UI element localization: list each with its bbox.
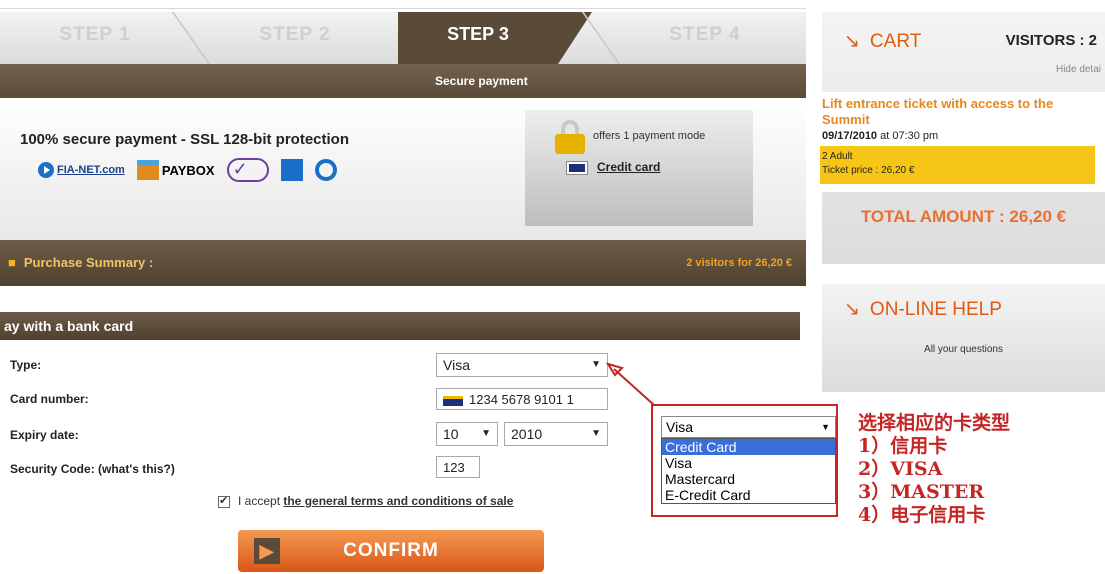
security-badge-icon — [280, 159, 303, 181]
box-icon — [136, 160, 159, 180]
step-subtitle: Secure payment — [435, 74, 528, 88]
option-visa[interactable]: Visa — [662, 455, 835, 471]
cart-item-time: at 07:30 pm — [877, 130, 939, 142]
cart-icon: ■ — [8, 255, 16, 270]
fianet-logo: FIA-NET.com — [38, 162, 125, 178]
play-circle-icon — [38, 162, 54, 178]
purchase-summary-value: 2 visitors for 26,20 € — [686, 257, 792, 269]
ssl-seal-icon — [314, 159, 337, 181]
card-type-select[interactable]: Visa ▼ — [436, 353, 608, 377]
card-number-input[interactable]: 1234 5678 9101 1 — [436, 388, 608, 410]
purchase-summary-bar[interactable]: ■ Purchase Summary : 2 visitors for 26,20… — [0, 240, 806, 286]
arrow-right-icon: ▶ — [254, 538, 280, 564]
card-number-label: Card number: — [10, 392, 89, 406]
card-type-options: Credit Card Visa Mastercard E-Credit Car… — [661, 438, 836, 504]
step-4: STEP 4 — [669, 24, 741, 45]
terms-link[interactable]: the general terms and conditions of sale — [283, 494, 513, 508]
confirm-button[interactable]: ▶ CONFIRM — [238, 530, 544, 572]
secure-payment-title: 100% secure payment - SSL 128-bit protec… — [20, 131, 349, 148]
chevron-down-icon: ▼ — [821, 422, 830, 432]
payment-mode-box: offers 1 payment mode Credit card — [525, 110, 753, 226]
card-type-label: Type: — [10, 358, 42, 372]
step-subtitle-bar: Secure payment — [0, 64, 806, 98]
option-e-credit-card[interactable]: E-Credit Card — [662, 487, 835, 503]
annotation-arrow — [605, 362, 655, 406]
purchase-summary-label: Purchase Summary : — [23, 255, 154, 270]
security-code-input[interactable]: 123 — [436, 456, 480, 478]
cart-item-title: Lift entrance ticket with access to the … — [822, 96, 1054, 127]
online-help-text: All your questions — [924, 344, 1003, 355]
cart-panel: ↘ CART VISITORS : 2 Hide detai Lift entra… — [820, 12, 1105, 264]
credit-card-icon — [566, 161, 588, 175]
dropdown-callout: Visa ▼ Credit Card Visa Mastercard E-Cred… — [651, 404, 838, 517]
expiry-date-label: Expiry date: — [10, 428, 79, 442]
online-help-panel[interactable]: ↘ ON-LINE HELP All your questions — [822, 284, 1105, 392]
chevron-down-icon: ↘ — [844, 31, 860, 52]
visa-card-icon — [443, 395, 463, 406]
bank-card-title: ay with a bank card — [4, 318, 134, 334]
step-2: STEP 2 — [259, 24, 331, 45]
ticket-adults: 2 Adult — [822, 151, 853, 162]
chinese-annotation: 选择相应的卡类型 1）信用卡 2）VISA 3）MASTER 4）电子信用卡 — [858, 412, 1011, 526]
credit-card-link[interactable]: Credit card — [597, 160, 660, 174]
step-1: STEP 1 — [59, 24, 131, 45]
card-type-dropdown[interactable]: Visa ▼ — [661, 416, 836, 438]
terms-accept[interactable]: I accept the general terms and condition… — [218, 494, 513, 508]
ticket-details: 2 Adult Ticket price : 26,20 € — [820, 146, 1095, 184]
verified-check-icon: ✓ — [226, 158, 269, 182]
cart-title: CART — [869, 31, 922, 52]
step-3-active: STEP 3 — [398, 12, 592, 64]
online-help-title: ON-LINE HELP — [869, 299, 1002, 320]
hide-details-link[interactable]: Hide detai — [1056, 64, 1101, 75]
expiry-month-select[interactable]: 10 ▼ — [436, 422, 498, 446]
visitor-count: VISITORS : 2 — [1005, 32, 1097, 49]
chevron-down-icon: ▼ — [481, 428, 491, 439]
chevron-down-icon: ▼ — [591, 428, 601, 439]
paybox-logo: PAYBOX — [136, 160, 215, 180]
payment-mode-count: offers 1 payment mode — [593, 130, 706, 142]
security-logos: FIA-NET.com PAYBOX ✓ — [38, 158, 337, 182]
bank-card-header: ay with a bank card — [0, 312, 800, 340]
ticket-price: Ticket price : 26,20 € — [822, 165, 915, 176]
top-divider — [0, 8, 806, 9]
option-credit-card[interactable]: Credit Card — [662, 439, 835, 455]
padlock-icon — [555, 120, 585, 154]
terms-checkbox[interactable] — [218, 494, 230, 508]
step-progress: STEP 1 STEP 2 STEP 3 STEP 4 — [0, 12, 806, 64]
chevron-down-icon: ↘ — [844, 299, 860, 320]
cart-item: Lift entrance ticket with access to the … — [820, 92, 1105, 192]
total-amount: TOTAL AMOUNT : 26,20 € — [860, 207, 1067, 226]
expiry-year-select[interactable]: 2010 ▼ — [504, 422, 608, 446]
cart-item-date: 09/17/2010 — [822, 130, 878, 142]
option-mastercard[interactable]: Mastercard — [662, 471, 835, 487]
security-code-label[interactable]: Security Code: (what's this?) — [10, 462, 175, 476]
